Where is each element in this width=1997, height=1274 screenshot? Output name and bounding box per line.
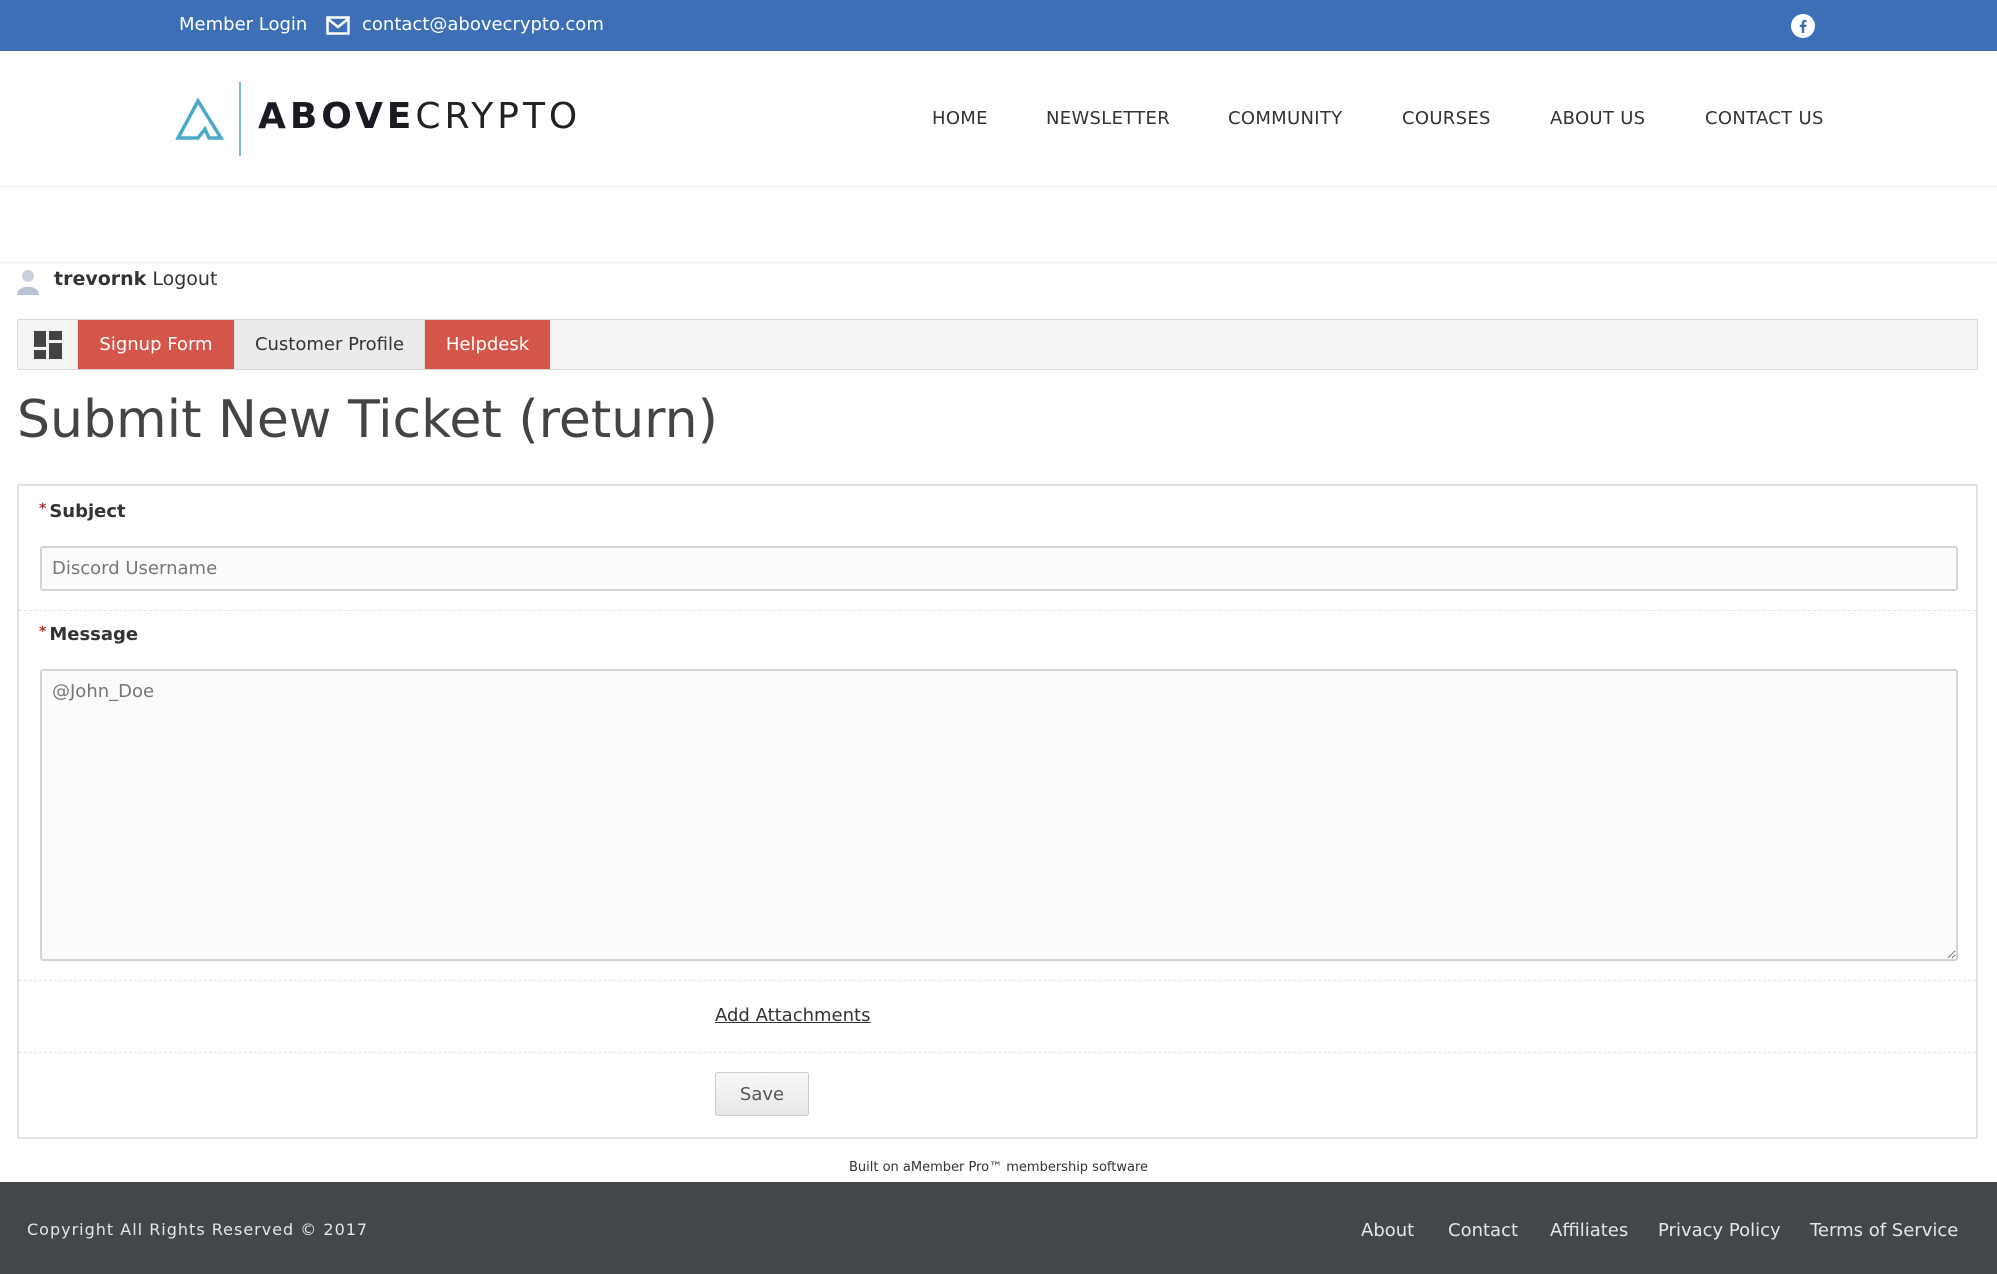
divider [19, 1052, 1976, 1053]
message-textarea[interactable] [40, 669, 1958, 961]
logout-link[interactable]: Logout [152, 268, 217, 290]
tab-helpdesk[interactable]: Helpdesk [425, 320, 550, 369]
nav-courses[interactable]: COURSES [1402, 108, 1491, 129]
nav-community[interactable]: COMMUNITY [1228, 108, 1342, 129]
nav-about-us[interactable]: ABOUT US [1550, 108, 1645, 129]
powered-by: Built on aMember Pro™ membership softwar… [848, 1160, 1149, 1175]
dashboard-tab[interactable] [18, 320, 78, 369]
site-header: ABOVECRYPTO HOME NEWSLETTER COMMUNITY CO… [0, 51, 1997, 187]
footer-affiliates-link[interactable]: Affiliates [1550, 1220, 1628, 1241]
member-login-link[interactable]: Member Login [179, 14, 307, 35]
amember-link[interactable]: aMember Pro™ [903, 1160, 1002, 1175]
nav-home[interactable]: HOME [932, 108, 988, 129]
divider [19, 610, 1976, 611]
logo-divider [239, 82, 241, 156]
nav-newsletter[interactable]: NEWSLETTER [1046, 108, 1170, 129]
tab-bar: Signup Form Customer Profile Helpdesk [17, 319, 1978, 370]
subject-input[interactable] [40, 546, 1958, 591]
footer: Copyright All Rights Reserved © 2017 Abo… [0, 1182, 1997, 1274]
divider [19, 980, 1976, 981]
footer-privacy-link[interactable]: Privacy Policy [1658, 1220, 1781, 1241]
footer-terms-link[interactable]: Terms of Service [1810, 1220, 1958, 1241]
copyright: Copyright All Rights Reserved © 2017 [27, 1220, 369, 1239]
facebook-icon[interactable] [1791, 14, 1815, 43]
user-bar: trevornk Logout [54, 268, 217, 290]
tab-customer-profile[interactable]: Customer Profile [234, 320, 425, 369]
top-bar: Member Login contact@abovecrypto.com [0, 0, 1997, 51]
username: trevornk [54, 268, 147, 290]
user-icon [15, 268, 41, 300]
tab-signup-form[interactable]: Signup Form [78, 320, 234, 369]
nav-contact-us[interactable]: CONTACT US [1705, 108, 1824, 129]
footer-about-link[interactable]: About [1361, 1220, 1414, 1241]
page-title: Submit New Ticket (return) [17, 390, 718, 450]
divider [0, 262, 1997, 263]
logo-text: ABOVECRYPTO [258, 96, 582, 137]
contact-email-link[interactable]: contact@abovecrypto.com [362, 14, 604, 35]
dashboard-icon [34, 331, 62, 359]
mail-icon [326, 16, 350, 40]
subject-label: * Subject [39, 501, 126, 522]
save-button[interactable]: Save [715, 1072, 809, 1116]
logo[interactable] [175, 97, 225, 145]
footer-contact-link[interactable]: Contact [1448, 1220, 1518, 1241]
logo-mark-icon [175, 97, 225, 140]
ticket-form: *Subject *Message Add Attachments Save [17, 484, 1978, 1139]
message-label: * Message [39, 624, 139, 645]
add-attachments-link[interactable]: Add Attachments [715, 1005, 870, 1026]
